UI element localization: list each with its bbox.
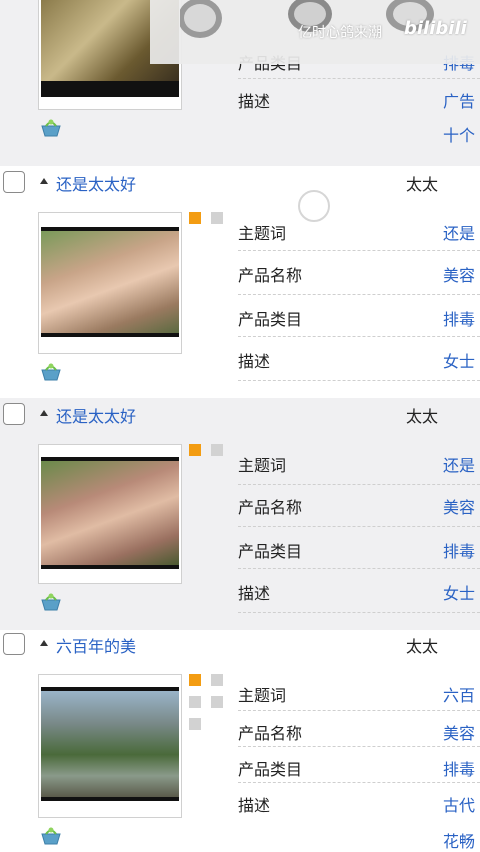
- record-title-link[interactable]: 六百年的美: [56, 633, 136, 657]
- value-product-name[interactable]: 美容: [443, 720, 480, 744]
- status-square-gray: [211, 444, 223, 456]
- label-keyword: 主题词: [238, 456, 287, 475]
- label-product-category: 产品类目: [238, 310, 303, 329]
- label-product-name: 产品名称: [238, 498, 303, 517]
- basket-icon[interactable]: [39, 592, 63, 612]
- video-thumbnail[interactable]: [38, 212, 182, 354]
- thumbnail-image: [41, 461, 179, 565]
- record-item: 六百年的美 太太 主题词 六百 产品名称 美容 产品类目 排毒 描述 古代 花畅: [0, 630, 480, 852]
- record-item: 还是太太好 太太 主题词 还是 产品名称 美容 产品类目 排毒 描述 女士: [0, 166, 480, 398]
- record-title-link[interactable]: 还是太太好: [56, 403, 136, 427]
- collapse-caret-icon[interactable]: [40, 640, 48, 646]
- label-description: 描述: [238, 796, 271, 815]
- status-square-orange: [189, 212, 201, 224]
- video-thumbnail[interactable]: [38, 444, 182, 584]
- status-square-gray: [189, 718, 201, 730]
- value-keyword[interactable]: 六百: [443, 682, 480, 706]
- select-checkbox[interactable]: [3, 403, 25, 425]
- status-square-orange: [189, 444, 201, 456]
- status-square-gray: [189, 696, 201, 708]
- watermark-text: 亿时心鸽来潮: [298, 25, 382, 41]
- value-product-category[interactable]: 排毒: [443, 538, 480, 562]
- value-description-extra[interactable]: 花畅: [443, 828, 480, 852]
- label-keyword: 主题词: [238, 224, 287, 243]
- thumbnail-image: [41, 231, 179, 333]
- value-description[interactable]: 古代: [443, 792, 480, 816]
- label-product-name: 产品名称: [238, 724, 303, 743]
- label-description: 描述: [238, 352, 271, 371]
- basket-icon[interactable]: [39, 826, 63, 846]
- status-square-gray: [211, 212, 223, 224]
- record-tag: 太太: [406, 175, 439, 194]
- label-keyword: 主题词: [238, 686, 287, 705]
- video-thumbnail[interactable]: [38, 674, 182, 818]
- status-square-orange: [189, 674, 201, 686]
- label-product-category: 产品类目: [238, 760, 303, 779]
- value-description[interactable]: 广告: [443, 88, 480, 112]
- basket-icon[interactable]: [39, 362, 63, 382]
- select-checkbox[interactable]: [3, 171, 25, 193]
- select-checkbox[interactable]: [3, 633, 25, 655]
- record-tag: 太太: [406, 407, 439, 426]
- label-description: 描述: [238, 92, 271, 111]
- status-square-gray: [211, 696, 223, 708]
- value-keyword[interactable]: 还是: [443, 220, 480, 244]
- label-product-category: 产品类目: [238, 542, 303, 561]
- record-tag: 太太: [406, 637, 439, 656]
- loading-spinner-icon: [298, 190, 330, 222]
- status-square-gray: [211, 674, 223, 686]
- collapse-caret-icon[interactable]: [40, 410, 48, 416]
- value-product-category[interactable]: 排毒: [443, 306, 480, 330]
- bilibili-logo: bilibili: [404, 18, 467, 39]
- value-keyword[interactable]: 还是: [443, 452, 480, 476]
- record-title-link[interactable]: 还是太太好: [56, 171, 136, 195]
- collapse-caret-icon[interactable]: [40, 178, 48, 184]
- basket-icon[interactable]: [39, 118, 63, 138]
- value-product-name[interactable]: 美容: [443, 494, 480, 518]
- value-description[interactable]: 女士: [443, 348, 480, 372]
- record-item: 还是太太好 太太 主题词 还是 产品名称 美容 产品类目 排毒 描述 女士: [0, 398, 480, 630]
- value-product-category[interactable]: 排毒: [443, 756, 480, 780]
- value-product-name[interactable]: 美容: [443, 262, 480, 286]
- thumbnail-image: [41, 691, 179, 797]
- value-description[interactable]: 女士: [443, 580, 480, 604]
- label-product-name: 产品名称: [238, 266, 303, 285]
- value-description-extra[interactable]: 十个: [443, 122, 480, 146]
- label-description: 描述: [238, 584, 271, 603]
